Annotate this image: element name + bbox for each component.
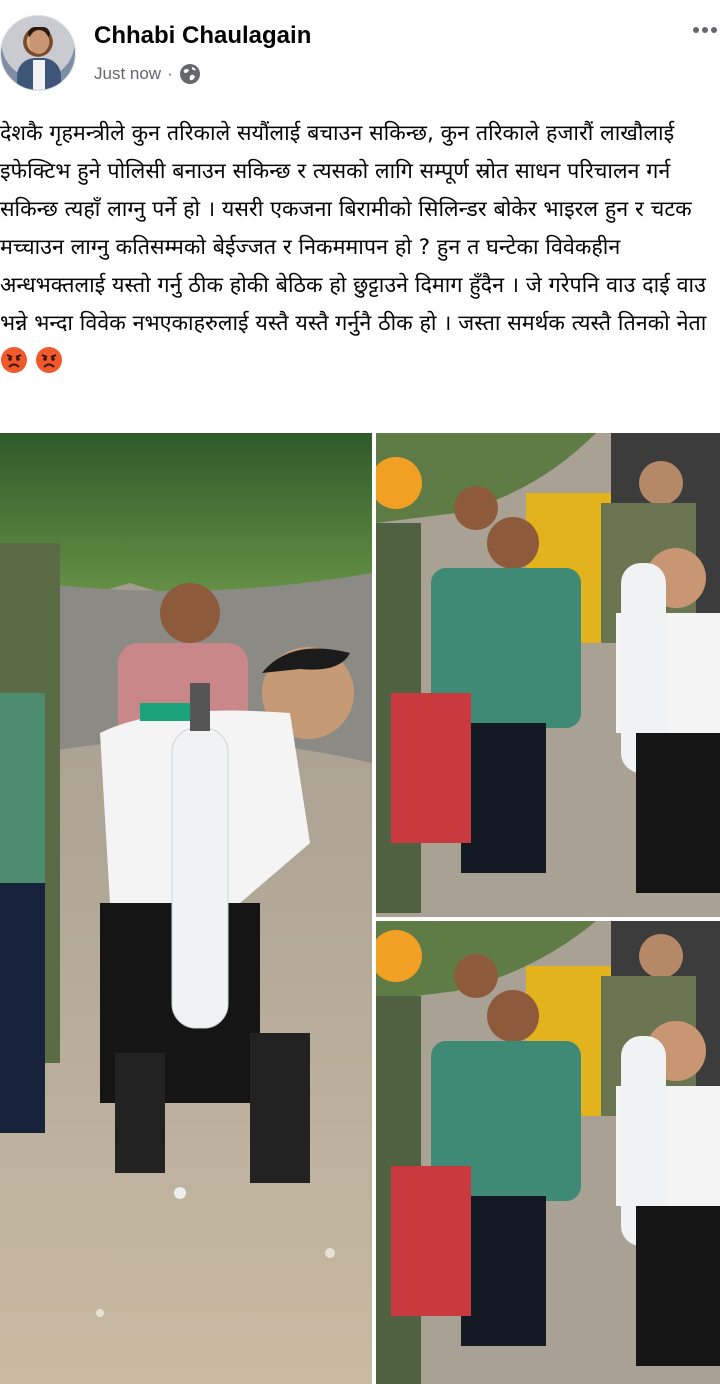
globe-icon[interactable] bbox=[179, 63, 201, 85]
post-meta: Just now · bbox=[94, 63, 201, 85]
more-options-icon[interactable] bbox=[692, 22, 718, 36]
author-avatar[interactable] bbox=[0, 15, 76, 91]
photo-bottom-right[interactable] bbox=[376, 921, 720, 1384]
post-text: देशकै गृहमन्त्रीले कुन तरिकाले सयौंलाई ब… bbox=[0, 115, 716, 381]
post-timestamp[interactable]: Just now bbox=[94, 64, 161, 84]
author-name[interactable]: Chhabi Chaulagain bbox=[94, 22, 311, 50]
post-header: Chhabi Chaulagain Just now · bbox=[0, 0, 720, 100]
photo-left[interactable] bbox=[0, 433, 372, 1384]
angry-face-emoji bbox=[0, 346, 28, 374]
post-body: देशकै गृहमन्त्रीले कुन तरिकाले सयौंलाई ब… bbox=[0, 121, 707, 336]
post-photo-grid[interactable] bbox=[0, 433, 720, 1384]
angry-face-emoji bbox=[35, 346, 63, 374]
meta-separator: · bbox=[167, 64, 173, 83]
photo-top-right[interactable] bbox=[376, 433, 720, 917]
